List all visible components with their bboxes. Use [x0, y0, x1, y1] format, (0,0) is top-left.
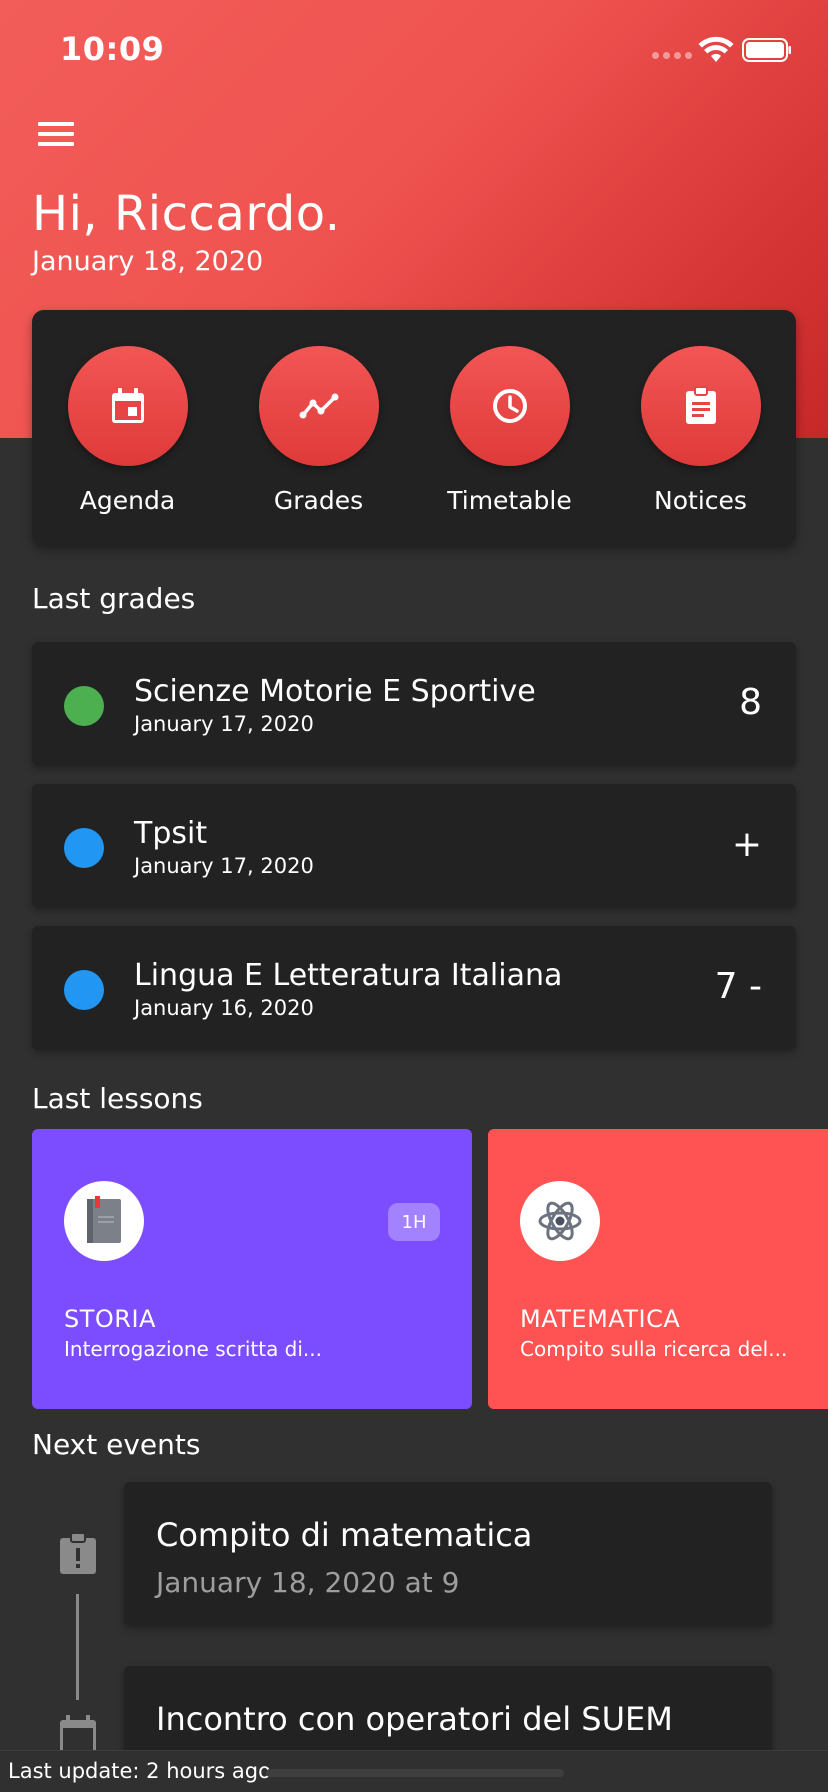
book-icon: [87, 1196, 121, 1243]
greeting: Hi, Riccardo.: [32, 186, 341, 242]
notices-button[interactable]: [640, 346, 761, 466]
lesson-icon-container: [520, 1181, 600, 1261]
grade-card[interactable]: Lingua E Letteratura Italiana January 16…: [32, 926, 796, 1050]
cellular-signal-icon: [652, 52, 692, 59]
quick-action-notices[interactable]: Notices: [605, 346, 796, 515]
atom-icon: [538, 1201, 582, 1241]
hamburger-icon: [38, 122, 74, 126]
lesson-card-matematica[interactable]: MATEMATICA Compito sulla ricerca del...: [488, 1129, 828, 1409]
event-title: Compito di matematica: [156, 1516, 533, 1554]
lesson-card-storia[interactable]: 1H STORIA Interrogazione scritta di...: [32, 1129, 472, 1409]
clipboard-icon: [685, 386, 716, 424]
quick-action-label: Notices: [654, 486, 747, 515]
grade-subject: Tpsit: [134, 816, 208, 851]
grade-subject: Lingua E Letteratura Italiana: [134, 958, 563, 993]
event-title: Incontro con operatori del SUEM: [156, 1700, 673, 1738]
grade-date: January 17, 2020: [134, 712, 314, 736]
wifi-icon: [698, 36, 734, 62]
timetable-button[interactable]: [449, 346, 570, 466]
grade-date: January 17, 2020: [134, 854, 314, 878]
status-bar: 10:09: [0, 0, 828, 100]
timeline-connector: [76, 1594, 79, 1700]
last-grades-title: Last grades: [32, 582, 196, 615]
agenda-button[interactable]: [67, 346, 188, 466]
next-events-title: Next events: [32, 1428, 201, 1461]
last-update-text: Last update: 2 hours ago: [8, 1759, 271, 1783]
home-indicator[interactable]: [266, 1769, 564, 1777]
clock-icon: [492, 389, 527, 423]
clipboard-alert-icon: [60, 1532, 96, 1574]
quick-action-grades[interactable]: Grades: [223, 346, 414, 515]
grade-color-dot: [64, 686, 104, 726]
quick-action-label: Grades: [273, 486, 364, 515]
quick-action-label: Agenda: [79, 486, 176, 515]
lesson-description: Compito sulla ricerca del...: [520, 1337, 788, 1361]
quick-action-agenda[interactable]: Agenda: [32, 346, 223, 515]
lesson-icon-container: [64, 1181, 144, 1261]
event-card[interactable]: Compito di matematica January 18, 2020 a…: [124, 1482, 772, 1626]
battery-icon: [742, 38, 791, 62]
event-datetime: January 18, 2020 at 9: [156, 1566, 460, 1599]
lesson-description: Interrogazione scritta di...: [64, 1337, 323, 1361]
quick-action-timetable[interactable]: Timetable: [414, 346, 605, 515]
grade-card[interactable]: Scienze Motorie E Sportive January 17, 2…: [32, 642, 796, 766]
grades-button[interactable]: [258, 346, 379, 466]
lesson-subject: STORIA: [64, 1305, 156, 1333]
grade-color-dot: [64, 970, 104, 1010]
footer-bar: Last update: 2 hours ago: [0, 1750, 828, 1792]
status-time: 10:09: [60, 30, 165, 68]
quick-actions-card: Agenda Grades Timetable Notices: [32, 310, 796, 546]
grade-value: +: [731, 824, 762, 865]
grade-color-dot: [64, 828, 104, 868]
grade-card[interactable]: Tpsit January 17, 2020 +: [32, 784, 796, 908]
lesson-subject: MATEMATICA: [520, 1305, 681, 1333]
last-lessons-title: Last lessons: [32, 1082, 203, 1115]
today-date: January 18, 2020: [32, 246, 264, 277]
menu-button[interactable]: [36, 118, 76, 150]
lesson-duration-badge: 1H: [388, 1203, 440, 1241]
quick-action-label: Timetable: [447, 486, 572, 515]
grade-value: 8: [739, 682, 762, 723]
trend-icon: [299, 393, 338, 419]
grade-value: 7 -: [714, 966, 762, 1007]
grade-subject: Scienze Motorie E Sportive: [134, 674, 536, 709]
calendar-icon: [111, 388, 144, 423]
grade-date: January 16, 2020: [134, 996, 314, 1020]
